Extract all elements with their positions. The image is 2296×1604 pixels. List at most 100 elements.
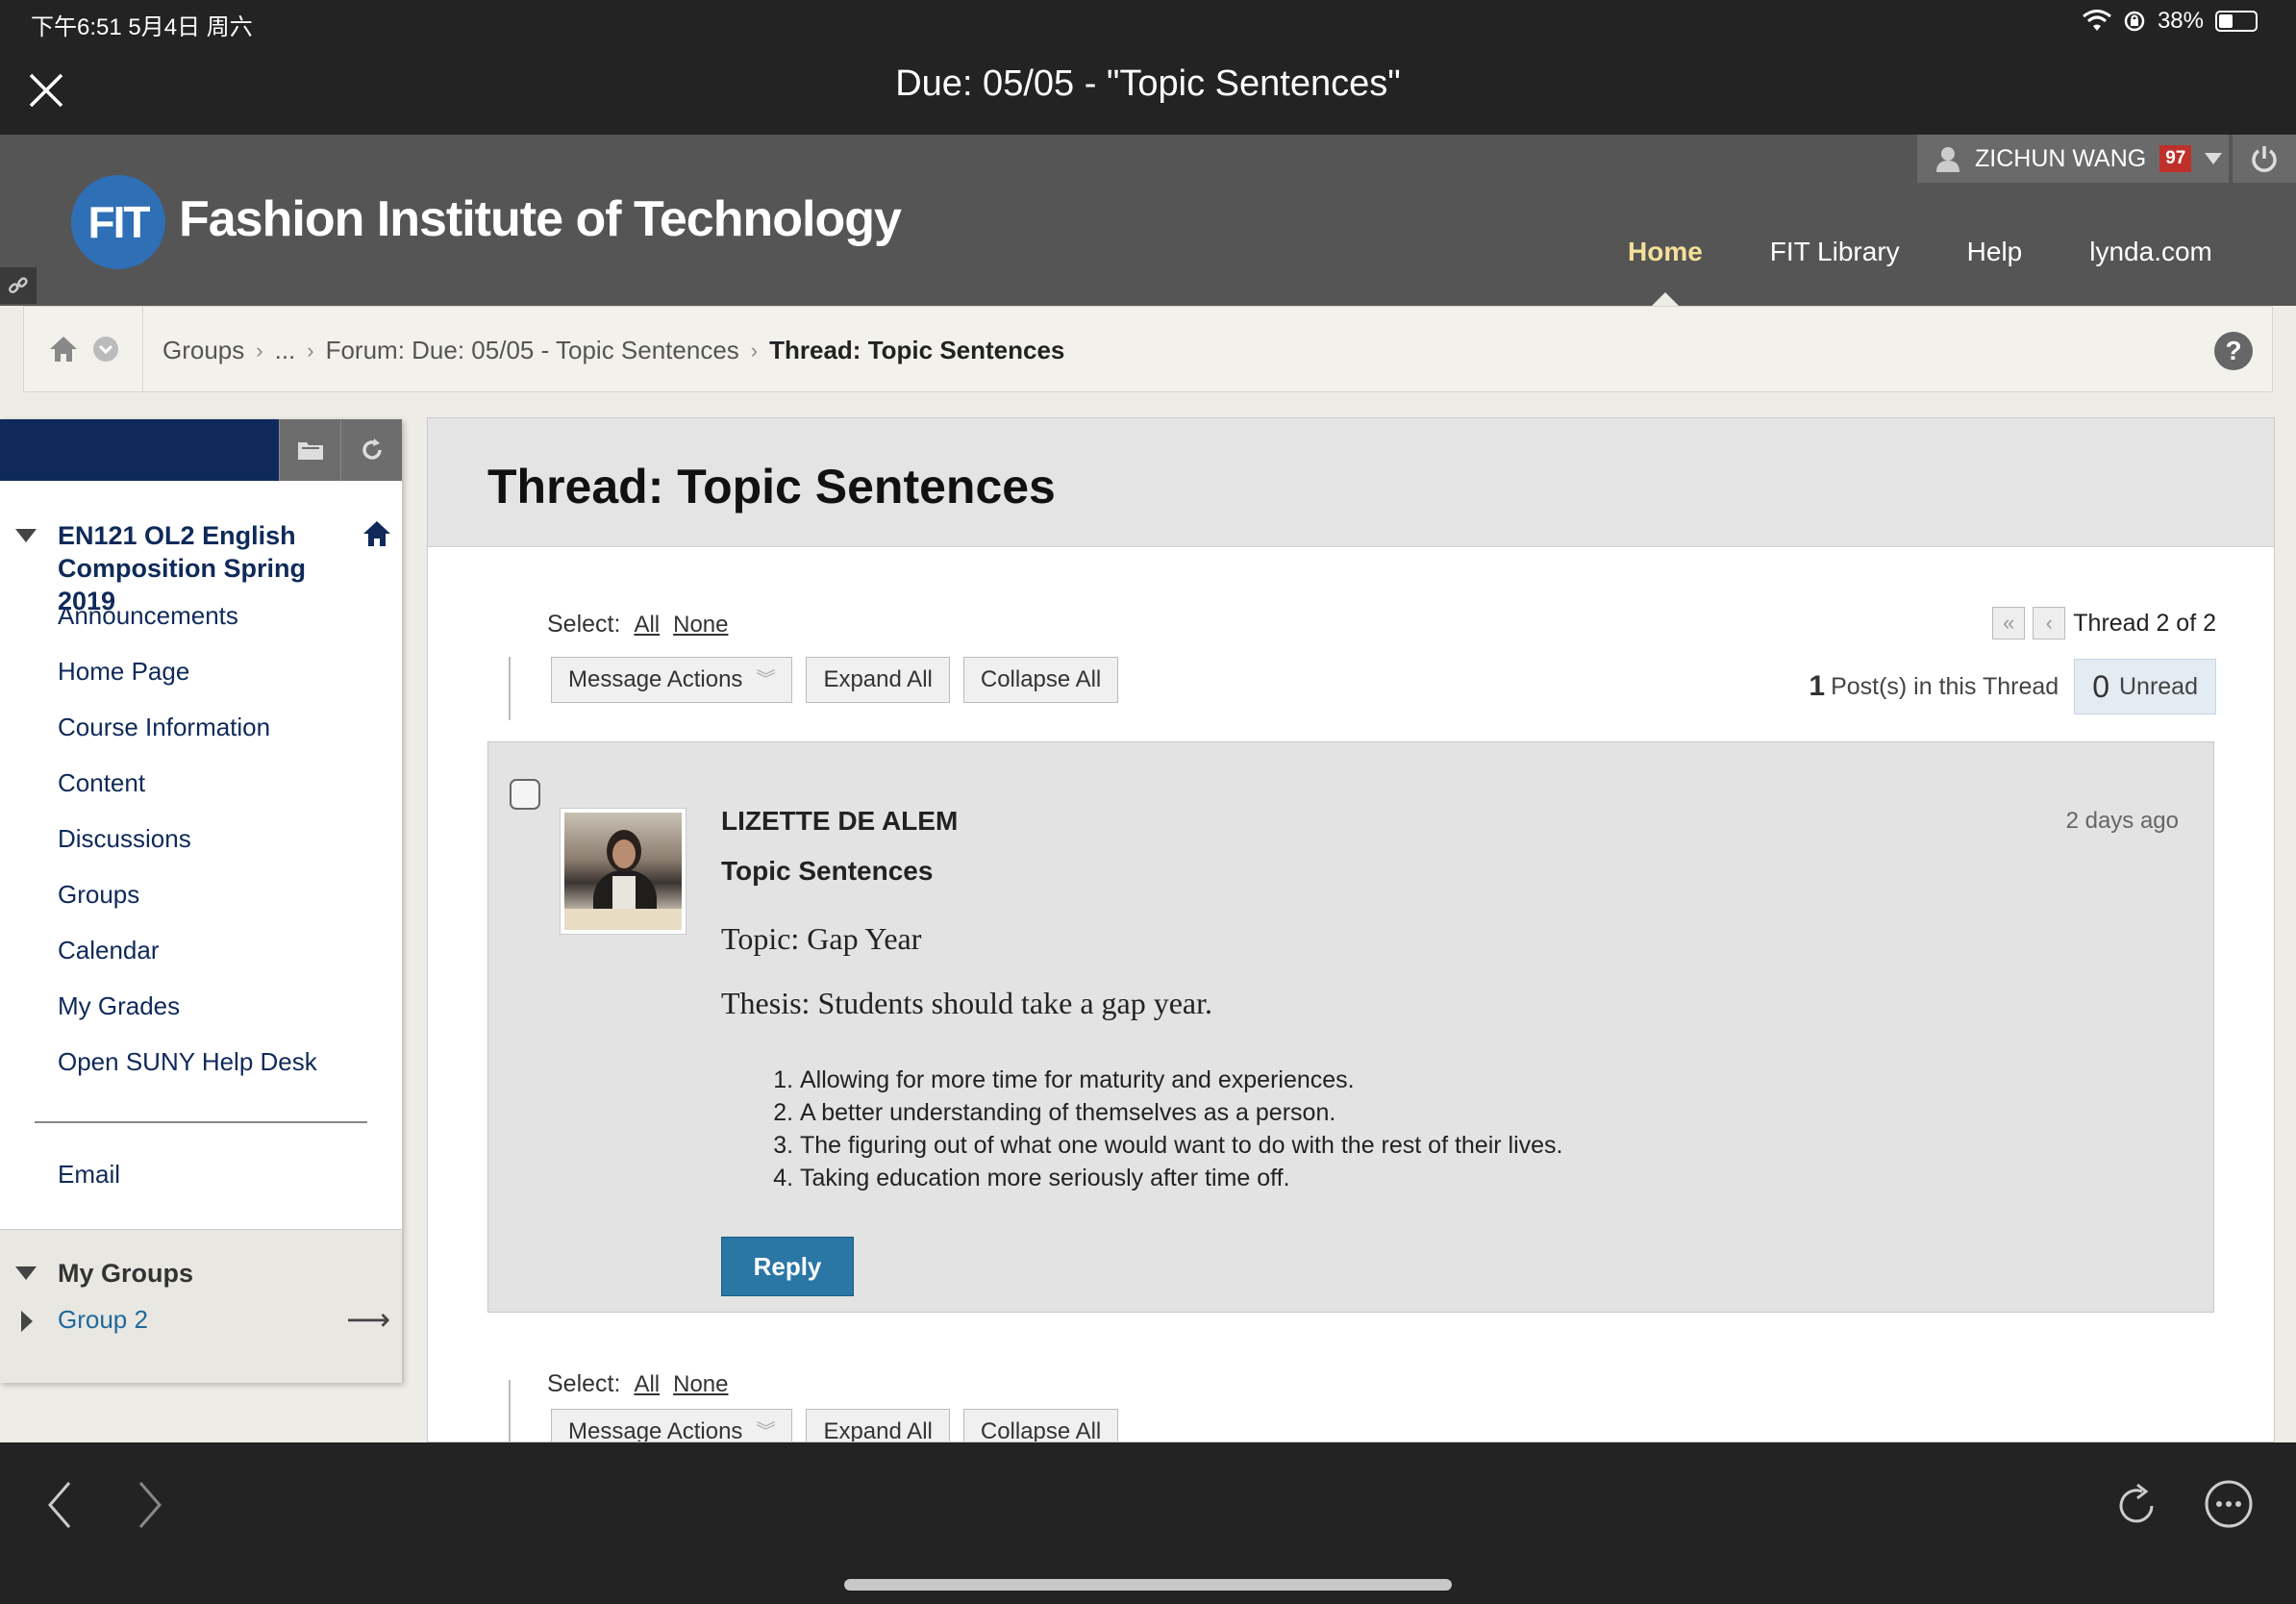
- folder-view-button[interactable]: [279, 419, 340, 481]
- thread-header: Thread: Topic Sentences: [428, 418, 2274, 547]
- course-home-icon[interactable]: [362, 519, 392, 548]
- double-chevron-down-icon: ︾: [756, 669, 776, 690]
- course-menu-list: Announcements Home Page Course Informati…: [58, 600, 317, 1102]
- status-indicators: 38%: [2083, 8, 2258, 35]
- unread-count: 0: [2092, 668, 2109, 704]
- battery-percent: 38%: [2157, 8, 2204, 34]
- post-count: 1: [1809, 670, 1826, 702]
- fit-logo-text[interactable]: Fashion Institute of Technology: [179, 190, 902, 248]
- my-groups-title[interactable]: My Groups: [58, 1259, 193, 1289]
- tab-fit-library[interactable]: FIT Library: [1736, 237, 1934, 267]
- home-icon[interactable]: [48, 335, 79, 363]
- course-menu-header: [0, 419, 279, 481]
- sidebar-item-home-page[interactable]: Home Page: [58, 656, 317, 712]
- user-icon: [1936, 147, 1959, 172]
- page-title: Thread: Topic Sentences: [487, 460, 1056, 514]
- refresh-icon: [362, 439, 382, 460]
- reload-icon[interactable]: [2113, 1479, 2161, 1531]
- list-item: Taking education more seriously after ti…: [800, 1162, 1563, 1194]
- post-topic: Topic: Gap Year: [721, 921, 922, 956]
- sidebar-item-my-grades[interactable]: My Grades: [58, 990, 317, 1046]
- tab-home[interactable]: Home: [1594, 237, 1736, 310]
- sidebar-item-content[interactable]: Content: [58, 767, 317, 823]
- chevron-down-icon[interactable]: [92, 336, 119, 363]
- expand-all-button[interactable]: Expand All: [806, 1409, 950, 1441]
- my-groups-panel: My Groups Group 2 ⟶: [0, 1229, 402, 1383]
- refresh-button[interactable]: [340, 419, 402, 481]
- arrow-right-icon[interactable]: ⟶: [346, 1301, 390, 1338]
- thread-toolbar: Message Actions ︾ Expand All Collapse Al…: [551, 657, 1119, 703]
- more-options-icon[interactable]: [2204, 1479, 2254, 1529]
- select-row-bottom: Select: All None: [547, 1370, 728, 1398]
- post-timestamp: 2 days ago: [2065, 808, 2179, 834]
- breadcrumb-groups[interactable]: Groups: [162, 336, 244, 365]
- site-header: FIT Fashion Institute of Technology ZICH…: [0, 135, 2296, 310]
- thread-pager: « ‹ Thread 2 of 2: [1992, 607, 2216, 639]
- course-menu: EN121 OL2 English Composition Spring 201…: [0, 419, 402, 1383]
- post-count-label: Post(s) in this Thread: [1831, 672, 2059, 700]
- breadcrumb-ellipsis[interactable]: ...: [275, 336, 296, 365]
- first-thread-button[interactable]: «: [1992, 607, 2026, 639]
- fit-logo[interactable]: FIT: [71, 175, 165, 269]
- home-indicator[interactable]: [844, 1579, 1452, 1591]
- logout-button[interactable]: [2233, 135, 2296, 183]
- message-actions-label: Message Actions: [568, 666, 743, 692]
- collapse-triangle-icon[interactable]: [15, 529, 37, 542]
- collapse-triangle-icon[interactable]: [15, 1266, 37, 1280]
- message-actions-button[interactable]: Message Actions ︾: [551, 657, 793, 703]
- chevron-down-icon[interactable]: [2205, 153, 2223, 164]
- list-item: The figuring out of what one would want …: [800, 1129, 1563, 1162]
- tab-help[interactable]: Help: [1934, 237, 2057, 267]
- avatar[interactable]: [560, 808, 686, 935]
- wifi-icon: [2083, 10, 2111, 31]
- select-all-link[interactable]: All: [634, 612, 660, 639]
- post-body: Topic: Gap Year Thesis: Students should …: [721, 921, 1212, 1050]
- notification-badge[interactable]: 97: [2159, 145, 2192, 172]
- reply-button[interactable]: Reply: [721, 1237, 854, 1296]
- chevron-right-icon: ›: [750, 338, 759, 363]
- tab-lynda[interactable]: lynda.com: [2056, 237, 2246, 267]
- link-icon[interactable]: [0, 267, 37, 304]
- sidebar-item-discussions[interactable]: Discussions: [58, 823, 317, 879]
- select-bracket: [509, 1380, 534, 1441]
- previous-thread-button[interactable]: ‹: [2033, 607, 2066, 639]
- sidebar-item-groups[interactable]: Groups: [58, 879, 317, 935]
- thread-panel: Thread: Topic Sentences Select: All None…: [427, 417, 2275, 1442]
- sidebar-item-announcements[interactable]: Announcements: [58, 600, 317, 656]
- sidebar-item-email[interactable]: Email: [58, 1160, 120, 1190]
- battery-icon: [2215, 11, 2258, 32]
- help-icon[interactable]: ?: [2214, 332, 2253, 370]
- sidebar-item-help-desk[interactable]: Open SUNY Help Desk: [58, 1046, 317, 1102]
- user-name: ZICHUN WANG: [1975, 144, 2147, 172]
- breadcrumb-forum[interactable]: Forum: Due: 05/05 - Topic Sentences: [326, 336, 739, 365]
- power-icon: [2252, 146, 2277, 172]
- sidebar-divider: [35, 1121, 367, 1123]
- sidebar-item-course-information[interactable]: Course Information: [58, 712, 317, 767]
- select-row: Select: All None: [547, 611, 728, 639]
- user-menu[interactable]: ZICHUN WANG 97: [1917, 135, 2229, 183]
- post-author[interactable]: LIZETTE DE ALEM: [721, 806, 958, 837]
- collapse-all-button[interactable]: Collapse All: [962, 1409, 1119, 1441]
- page-title-bar: Due: 05/05 - "Topic Sentences": [895, 63, 1401, 104]
- expand-triangle-icon[interactable]: [21, 1311, 33, 1332]
- course-menu-toolbar: [0, 419, 402, 481]
- select-none-link[interactable]: None: [673, 1371, 728, 1398]
- collapse-all-button[interactable]: Collapse All: [962, 657, 1119, 703]
- select-bracket: [509, 657, 534, 720]
- back-icon[interactable]: [44, 1479, 77, 1531]
- select-all-link[interactable]: All: [634, 1371, 660, 1398]
- message-actions-label: Message Actions: [568, 1418, 743, 1442]
- select-label: Select:: [547, 611, 621, 638]
- select-none-link[interactable]: None: [673, 612, 728, 639]
- post-thesis: Thesis: Students should take a gap year.: [721, 986, 1213, 1020]
- breadcrumb-home[interactable]: [24, 307, 143, 391]
- post-select-checkbox[interactable]: [510, 779, 540, 810]
- unread-filter[interactable]: 0 Unread: [2074, 659, 2216, 714]
- chevron-right-icon: ›: [307, 338, 314, 363]
- message-actions-button[interactable]: Message Actions ︾: [551, 1409, 793, 1442]
- forward-icon[interactable]: [133, 1479, 165, 1531]
- expand-all-button[interactable]: Expand All: [806, 657, 950, 703]
- sidebar-item-calendar[interactable]: Calendar: [58, 935, 317, 990]
- group-link[interactable]: Group 2: [58, 1305, 148, 1335]
- thread-position: Thread 2 of 2: [2073, 609, 2216, 637]
